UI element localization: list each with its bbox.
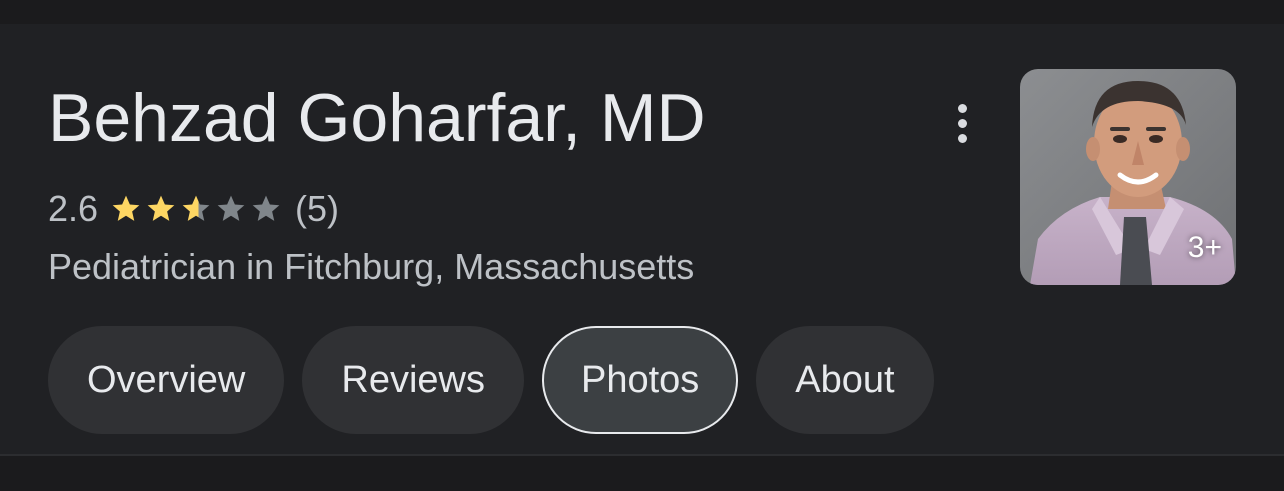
star-rating	[110, 193, 285, 225]
top-strip	[0, 0, 1284, 24]
star-icon	[147, 195, 175, 221]
profile-photo[interactable]: 3+	[1020, 69, 1236, 285]
business-title: Behzad Goharfar, MD	[48, 80, 706, 156]
tab-about[interactable]: About	[756, 326, 934, 434]
star-icon	[182, 195, 210, 221]
tab-bar: Overview Reviews Photos About	[48, 326, 934, 434]
bottom-strip	[0, 456, 1284, 491]
star-icon	[252, 195, 280, 221]
rating-value: 2.6	[48, 188, 99, 229]
more-vert-icon	[957, 103, 967, 113]
more-vert-icon-dot	[957, 133, 967, 143]
more-options-button[interactable]	[938, 98, 986, 148]
more-vert-icon-dot	[957, 118, 967, 128]
business-category: Pediatrician in Fitchburg, Massachusetts	[48, 246, 695, 287]
star-icon	[112, 195, 140, 221]
tab-reviews[interactable]: Reviews	[302, 326, 524, 434]
rating-row: 2.6 (5)	[48, 186, 339, 232]
tab-photos[interactable]: Photos	[541, 326, 739, 434]
review-count-link[interactable]: (5)	[295, 188, 339, 230]
star-icon	[217, 195, 245, 221]
tab-overview[interactable]: Overview	[48, 326, 285, 434]
photo-count-badge: 3+	[1187, 231, 1222, 264]
